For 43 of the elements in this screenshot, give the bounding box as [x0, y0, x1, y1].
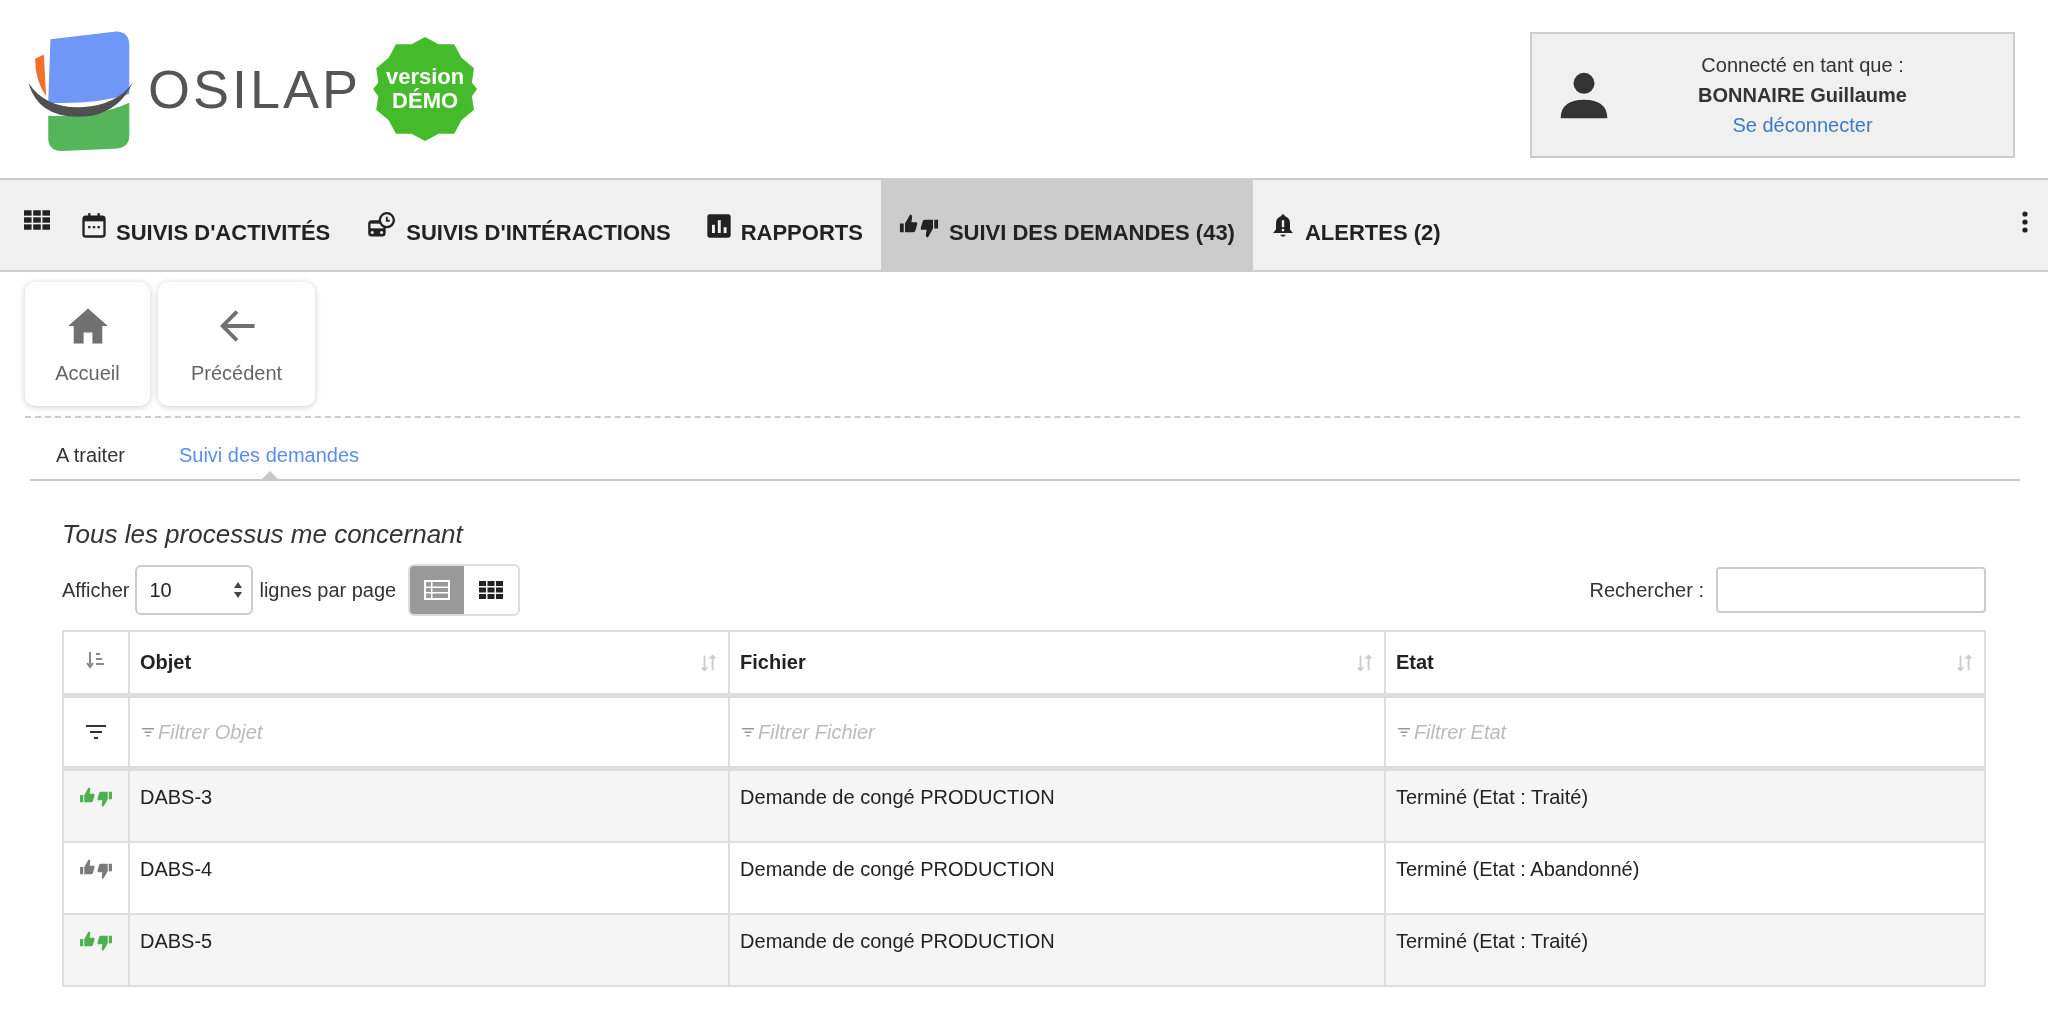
table-cell: DABS-3	[129, 768, 730, 842]
column-header[interactable]: Etat	[1384, 631, 1985, 696]
logout-link[interactable]: Se déconnecter	[1732, 110, 1873, 140]
login-label: Connecté en tant que :	[1700, 53, 1905, 78]
page-size-select[interactable]: 10	[135, 565, 254, 615]
table-cell: Terminé (Etat : Traité)	[1384, 914, 1985, 986]
home-button[interactable]: Accueil	[25, 282, 150, 406]
back-button[interactable]: Précédent	[158, 282, 315, 406]
nav-tab[interactable]: SUIVIS D'INTÉRACTIONS	[348, 180, 689, 270]
filter-icon[interactable]	[86, 724, 106, 739]
calendar-icon	[80, 212, 108, 240]
table-cell: Terminé (Etat : Traité)	[1384, 768, 1985, 842]
bar-chart-icon	[704, 212, 733, 240]
table-cell: Demande de congé PRODUCTION	[729, 914, 1385, 986]
logo-text: OSILAP	[148, 58, 362, 120]
apps-grid-icon[interactable]	[24, 210, 50, 230]
table-cell: DABS-5	[129, 914, 730, 986]
section-title: Tous les processus me concernant	[62, 519, 465, 550]
table-cell: Demande de congé PRODUCTION	[729, 768, 1385, 842]
filter-icon	[1397, 728, 1410, 737]
nav-tab[interactable]: ALERTES (2)	[1252, 180, 1459, 270]
column-header[interactable]: Fichier	[729, 631, 1385, 696]
filter-icon	[742, 728, 755, 737]
demo-badge: version DÉMO	[373, 37, 478, 141]
sort-icon	[1355, 652, 1374, 673]
nav-tab[interactable]: RAPPORTS	[688, 180, 881, 270]
filter-icon	[142, 728, 154, 737]
nav-tab[interactable]: SUIVIS D'ACTIVITÉS	[64, 180, 349, 270]
more-menu-icon[interactable]	[2022, 211, 2028, 233]
per-page-label: lignes par page	[259, 578, 397, 602]
sort-icon	[1956, 652, 1974, 673]
tab[interactable]: A traiter	[30, 432, 153, 479]
spinner-arrows-icon	[233, 580, 244, 600]
search-field[interactable]	[1716, 567, 1986, 613]
sort-descending-icon	[86, 650, 106, 670]
list-icon	[423, 579, 452, 601]
grid-icon	[477, 579, 506, 601]
user-name: BONNAIRE Guillaume	[1697, 83, 1908, 108]
search-label: Rechercher :	[1589, 578, 1704, 602]
sort-icon	[700, 652, 719, 673]
nav-tab[interactable]: SUIVI DES DEMANDES (43)	[880, 180, 1253, 270]
show-label: Afficher	[62, 578, 130, 602]
column-header[interactable]: Objet	[129, 631, 730, 696]
